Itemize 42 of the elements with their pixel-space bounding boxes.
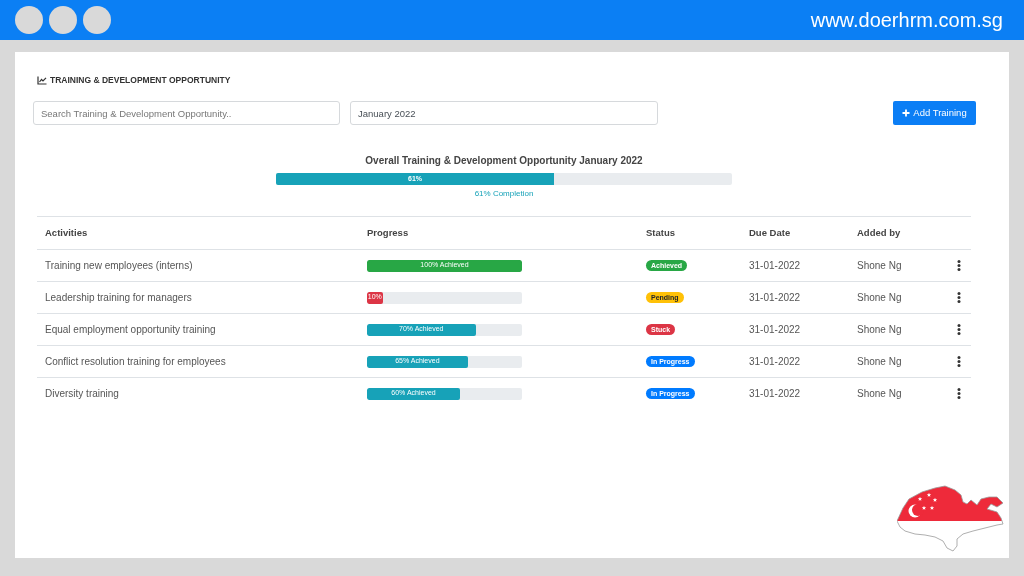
line-chart-icon xyxy=(37,75,47,85)
activity-cell-text: Leadership training for managers xyxy=(45,291,192,305)
vertical-dots-icon xyxy=(957,356,961,367)
added-by-cell-text: Shone Ng xyxy=(857,291,902,305)
column-header: Status xyxy=(646,225,676,240)
panel-title: TRAINING & DEVELOPMENT OPPORTUNITY xyxy=(50,73,231,87)
vertical-dots-icon xyxy=(957,292,961,303)
due-date-cell-text: 31-01-2022 xyxy=(749,291,801,305)
window-dot-icon xyxy=(83,6,111,34)
added-by-cell-text: Shone Ng xyxy=(857,355,902,369)
due-date-cell-text: 31-01-2022 xyxy=(749,323,801,337)
row-menu-button[interactable] xyxy=(957,292,961,303)
column-header: Activities xyxy=(45,225,88,240)
added-by-cell-text: Shone Ng xyxy=(857,387,902,401)
row-menu-button[interactable] xyxy=(957,260,961,271)
added-by-cell-text: Shone Ng xyxy=(857,323,902,337)
overall-title: Overall Training & Development Opportunity January 2022 xyxy=(365,154,643,168)
added-by-cell-text: Shone Ng xyxy=(857,259,902,273)
search-field[interactable]: Search Training & Development Opportunity.. xyxy=(33,101,340,125)
due-date-cell-text: 31-01-2022 xyxy=(749,355,801,369)
add-training-button[interactable]: Add Training xyxy=(893,101,976,125)
completion-caption: 61% Completion xyxy=(474,188,534,200)
column-header: Due Date xyxy=(749,225,791,240)
column-header: Progress xyxy=(367,225,409,240)
column-header: Added by xyxy=(857,225,901,240)
due-date-cell-text: 31-01-2022 xyxy=(749,387,801,401)
row-menu-button[interactable] xyxy=(957,324,961,335)
activity-cell-text: Training new employees (interns) xyxy=(45,259,193,273)
plus-icon xyxy=(902,109,911,117)
site-address: www.doerhrm.com.sg xyxy=(810,8,1003,33)
window-dot-icon xyxy=(15,6,43,34)
activity-cell-text: Diversity training xyxy=(45,387,119,401)
row-menu-button[interactable] xyxy=(957,388,961,399)
row-menu-button[interactable] xyxy=(957,356,961,367)
due-date-cell-text: 31-01-2022 xyxy=(749,259,801,273)
activity-cell-text: Conflict resolution training for employees xyxy=(45,355,226,369)
window-dot-icon xyxy=(49,6,77,34)
vertical-dots-icon xyxy=(957,324,961,335)
month-field[interactable]: January 2022 xyxy=(350,101,658,125)
activity-cell-text: Equal employment opportunity training xyxy=(45,323,216,337)
vertical-dots-icon xyxy=(957,388,961,399)
vertical-dots-icon xyxy=(957,260,961,271)
